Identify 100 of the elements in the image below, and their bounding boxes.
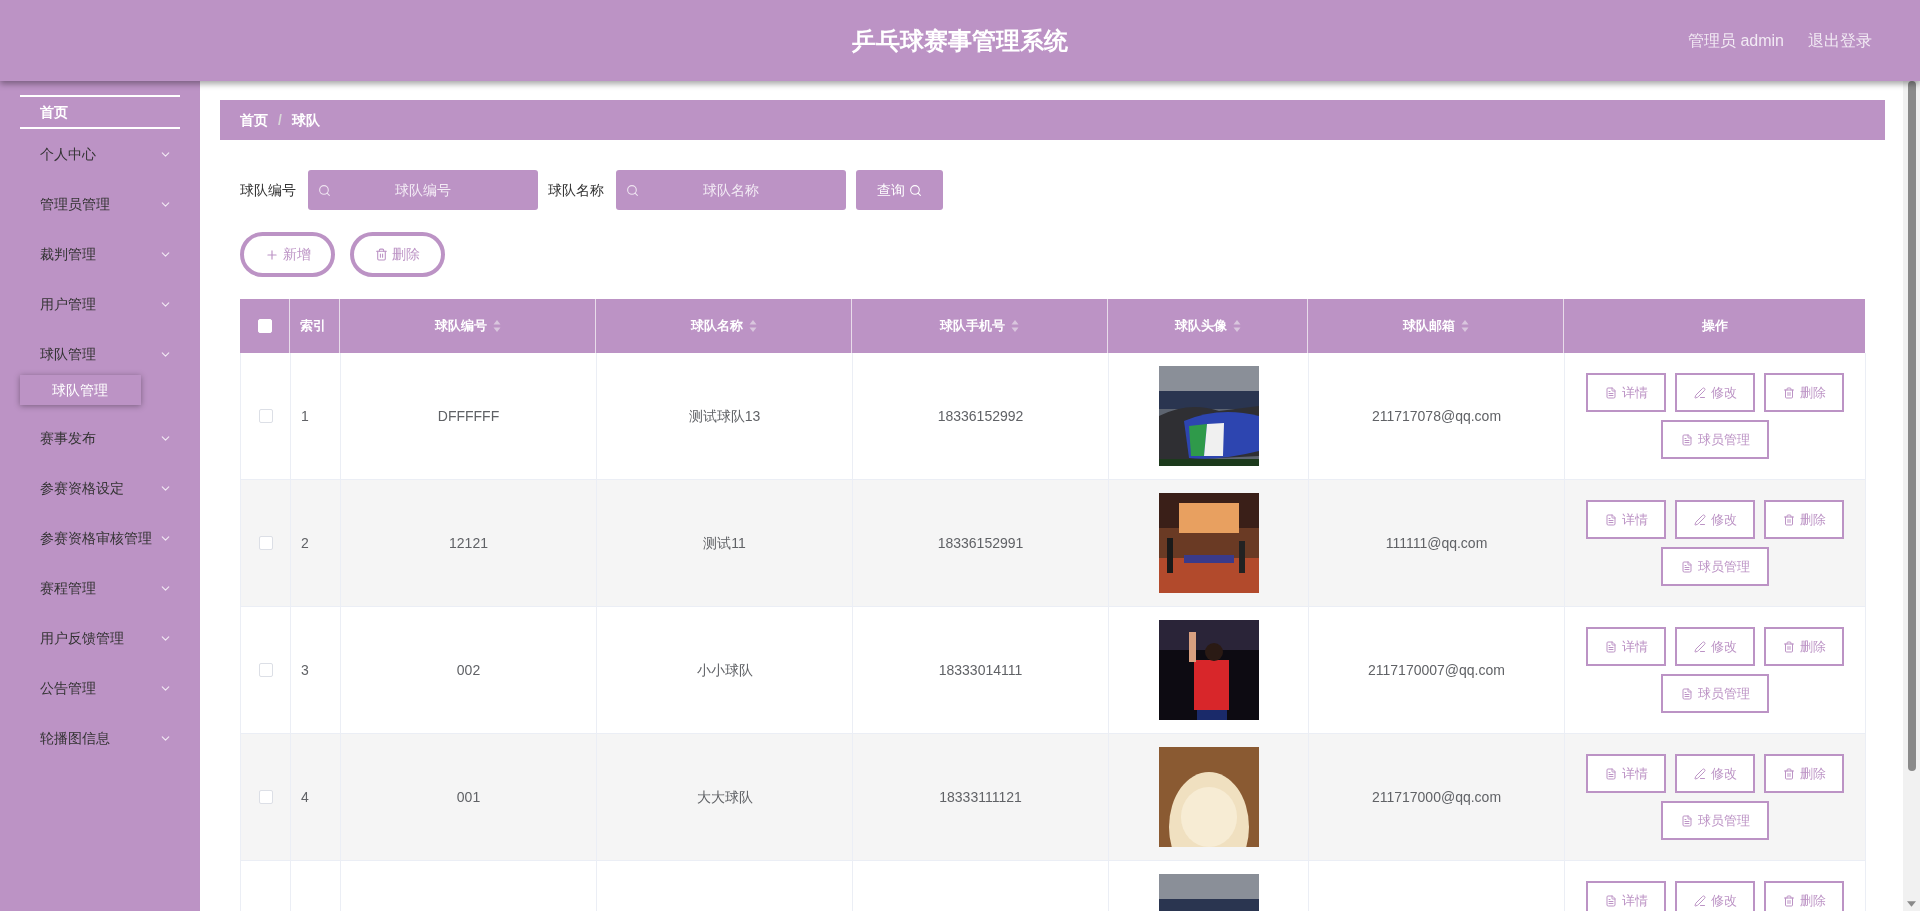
table-cell-text: 002: [456, 660, 481, 680]
document-icon: [1680, 560, 1693, 573]
action-button[interactable]: 详情: [1586, 500, 1666, 539]
breadcrumb-item[interactable]: 首页: [240, 109, 268, 131]
table-cell-text: 001: [456, 787, 481, 807]
table-cell-text: 12121: [449, 533, 488, 553]
logout-link[interactable]: 退出登录: [1808, 29, 1872, 53]
pen-icon: [1693, 640, 1706, 653]
query-button[interactable]: 查询: [856, 170, 943, 210]
action-button[interactable]: 球员管理: [1661, 420, 1769, 459]
checkbox[interactable]: [258, 790, 273, 804]
action-button[interactable]: 删除: [1764, 754, 1844, 793]
trash-icon: [1782, 767, 1795, 780]
action-button[interactable]: 删除: [1764, 627, 1844, 666]
pen-icon: [1693, 513, 1706, 526]
sort-icon[interactable]: [1232, 319, 1241, 333]
table-cell-text: 18336152992: [937, 406, 1024, 426]
table-cell-text: 18333014111: [938, 660, 1023, 680]
field-label: 球队编号: [240, 180, 296, 200]
column-header[interactable]: 球队编号: [434, 316, 501, 336]
app-title: 乒乓球赛事管理系统: [852, 25, 1068, 56]
action-button[interactable]: 删除: [1764, 500, 1844, 539]
sidebar-item[interactable]: 用户管理: [0, 279, 200, 329]
checkbox[interactable]: [258, 536, 273, 550]
column-header[interactable]: 球队邮箱: [1402, 316, 1469, 336]
search-icon: [318, 183, 331, 197]
document-icon: [1604, 767, 1617, 780]
action-button[interactable]: 球员管理: [1661, 801, 1769, 840]
document-icon: [1604, 894, 1617, 907]
add-button[interactable]: 新增: [240, 232, 335, 277]
scrollbar-thumb[interactable]: [1907, 81, 1916, 771]
sidebar-item[interactable]: 参赛资格设定: [0, 463, 200, 513]
table-cell-text: DFFFFFF: [437, 406, 500, 426]
table-cell-text: 211717000@qq.com: [1371, 787, 1502, 807]
table-cell-text: 测试球队13: [688, 406, 761, 426]
trash-icon: [1782, 894, 1795, 907]
column-header[interactable]: 球队头像: [1174, 316, 1241, 336]
sidebar-item[interactable]: 公告管理: [0, 663, 200, 713]
trash-icon: [375, 248, 388, 261]
action-button[interactable]: 修改: [1675, 881, 1755, 911]
table-cell-text: 18333111121: [939, 787, 1022, 807]
column-header: 操作: [1701, 317, 1728, 336]
table-cell-text: 211717078@qq.com: [1371, 406, 1502, 426]
breadcrumb-separator: /: [278, 110, 282, 130]
pen-icon: [1693, 894, 1706, 907]
action-button[interactable]: 球员管理: [1661, 674, 1769, 713]
sidebar-item[interactable]: 裁判管理: [0, 229, 200, 279]
sidebar-item[interactable]: 赛程管理: [0, 563, 200, 613]
sidebar-item[interactable]: 用户反馈管理: [0, 613, 200, 663]
checkbox[interactable]: [258, 663, 273, 677]
action-button[interactable]: 删除: [1764, 373, 1844, 412]
plus-icon: [264, 247, 279, 262]
search-icon: [909, 183, 922, 197]
action-button[interactable]: 修改: [1675, 627, 1755, 666]
sidebar-item[interactable]: 参赛资格审核管理: [0, 513, 200, 563]
sort-icon[interactable]: [748, 319, 757, 333]
action-button[interactable]: 详情: [1586, 754, 1666, 793]
document-icon: [1680, 687, 1693, 700]
search-field[interactable]: 球队名称: [616, 170, 846, 210]
action-button[interactable]: 删除: [1764, 881, 1844, 911]
table-cell-text: 2117170007@qq.com: [1368, 660, 1505, 680]
delete-button[interactable]: 删除: [350, 232, 445, 277]
breadcrumb-item[interactable]: 球队: [291, 109, 320, 131]
search-field[interactable]: 球队编号: [308, 170, 538, 210]
scroll-down-arrow-icon[interactable]: [1907, 901, 1916, 907]
document-icon: [1680, 814, 1693, 827]
document-icon: [1604, 386, 1617, 399]
action-button[interactable]: 修改: [1675, 500, 1755, 539]
sidebar-item[interactable]: 个人中心: [0, 129, 200, 179]
trash-icon: [1782, 640, 1795, 653]
action-button[interactable]: 修改: [1675, 373, 1755, 412]
sort-icon[interactable]: [1011, 319, 1019, 333]
table-cell-text: 111111@qq.com: [1385, 533, 1488, 553]
document-icon: [1680, 433, 1693, 446]
sort-icon[interactable]: [1460, 319, 1469, 333]
action-button[interactable]: 修改: [1675, 754, 1755, 793]
sidebar-item[interactable]: 轮播图信息: [0, 713, 200, 763]
document-icon: [1604, 513, 1617, 526]
sidebar-subitem[interactable]: 球队管理: [20, 375, 141, 405]
action-button[interactable]: 详情: [1586, 373, 1666, 412]
column-header[interactable]: 球队名称: [690, 316, 757, 336]
sidebar-item[interactable]: 管理员管理: [0, 179, 200, 229]
checkbox[interactable]: [258, 409, 273, 423]
table-cell-text: 18336152991: [937, 533, 1024, 553]
pen-icon: [1693, 386, 1706, 399]
table-cell-text: 小小球队: [696, 660, 753, 680]
user-label: 管理员 admin: [1687, 31, 1784, 51]
trash-icon: [1782, 386, 1795, 399]
action-button[interactable]: 球员管理: [1661, 547, 1769, 586]
table-cell-text: 大大球队: [696, 787, 753, 807]
table-cell-text: 3: [301, 660, 309, 680]
table-cell-text: 测试11: [703, 533, 746, 553]
column-header[interactable]: 球队手机号: [940, 316, 1019, 336]
sidebar-item[interactable]: 赛事发布: [0, 413, 200, 463]
table-cell-text: 1: [301, 406, 309, 426]
trash-icon: [1782, 513, 1795, 526]
action-button[interactable]: 详情: [1586, 627, 1666, 666]
document-icon: [1604, 640, 1617, 653]
sort-icon[interactable]: [492, 319, 501, 333]
action-button[interactable]: 详情: [1586, 881, 1666, 911]
